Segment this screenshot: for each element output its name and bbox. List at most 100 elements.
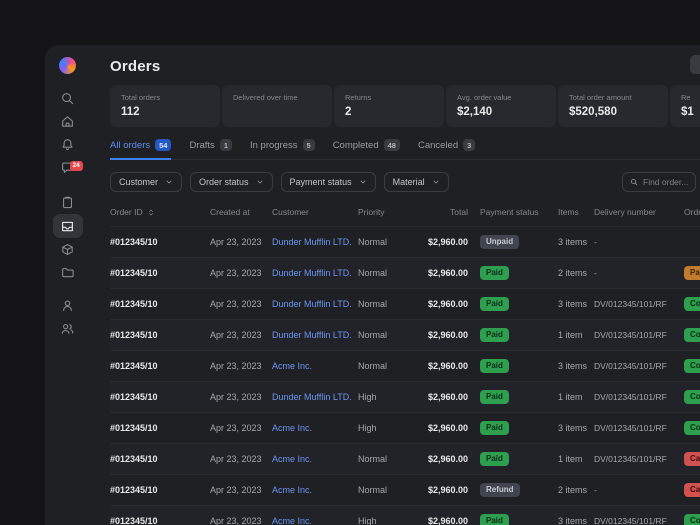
delivery-number-cell: DV/012345/101/RF [594,516,684,525]
payment-status-badge: Paid [480,266,509,281]
table-row[interactable]: #012345/10 Apr 23, 2023 Dunder Mufflin L… [110,226,700,257]
customer-link[interactable]: Dunder Mufflin LTD. [272,237,352,247]
payment-status-badge: Paid [480,452,509,467]
tab-count-badge: 3 [463,139,475,151]
table-row[interactable]: #012345/10 Apr 23, 2023 Acme Inc. High $… [110,505,700,525]
customer-link[interactable]: Dunder Mufflin LTD. [272,299,352,309]
column-payment-status[interactable]: Payment status [468,207,544,217]
table-row[interactable]: #012345/10 Apr 23, 2023 Acme Inc. High $… [110,412,700,443]
priority-cell: Normal [358,485,406,495]
customer-link[interactable]: Acme Inc. [272,516,312,525]
search-icon [630,178,638,186]
items-cell: 2 items [544,485,594,495]
tab-all-orders[interactable]: All orders 54 [110,135,171,160]
sidebar-item-notifications[interactable] [53,133,83,156]
payment-status-cell: Paid [468,390,544,405]
customer-link[interactable]: Acme Inc. [272,361,312,371]
items-cell: 1 item [544,330,594,340]
customer-filter-dropdown[interactable]: Customer [110,172,182,192]
table-row[interactable]: #012345/10 Apr 23, 2023 Dunder Mufflin L… [110,381,700,412]
order-search-box[interactable] [622,172,696,192]
customer-link[interactable]: Dunder Mufflin LTD. [272,392,352,402]
chevron-down-icon [165,178,173,186]
stat-card-total-amount: Total order amount $520,580 [558,85,668,127]
stat-label: Re [681,93,700,102]
search-input[interactable] [643,177,688,187]
sidebar-item-team[interactable] [53,317,83,340]
items-cell: 2 items [544,268,594,278]
order-id-cell: #012345/10 [110,454,210,464]
order-tabs: All orders 54 Drafts 1 In progress 5 Com… [110,135,700,160]
filter-bar: Customer Order status Payment status Mat… [110,172,700,192]
column-total[interactable]: Total [406,207,468,217]
sidebar-item-messages[interactable]: 24 [53,156,83,179]
sidebar-item-products[interactable] [53,238,83,261]
sidebar-item-files[interactable] [53,261,83,284]
column-customer[interactable]: Customer [272,207,358,217]
customer-cell: Acme Inc. [272,485,358,495]
payment-status-filter-dropdown[interactable]: Payment status [281,172,376,192]
column-items[interactable]: Items [544,207,594,217]
tab-drafts[interactable]: Drafts 1 [189,135,232,160]
created-at-cell: Apr 23, 2023 [210,454,272,464]
stat-label: Avg. order value [457,93,545,102]
tab-in-progress[interactable]: In progress 5 [250,135,315,160]
sidebar: 24 [45,45,90,525]
sidebar-item-orders[interactable] [53,214,83,238]
payment-status-cell: Unpaid [468,235,544,250]
tab-canceled[interactable]: Canceled 3 [418,135,475,160]
dropdown-label: Customer [119,177,158,187]
created-at-cell: Apr 23, 2023 [210,392,272,402]
tab-label: In progress [250,140,298,151]
table-row[interactable]: #012345/10 Apr 23, 2023 Acme Inc. Normal… [110,443,700,474]
sort-icon [147,208,155,217]
table-body: #012345/10 Apr 23, 2023 Dunder Mufflin L… [110,226,700,525]
tab-count-badge: 1 [220,139,232,151]
order-id-cell: #012345/10 [110,485,210,495]
column-created-at[interactable]: Created at [210,207,272,217]
column-order-id[interactable]: Order ID [110,207,210,217]
clipboard-icon [60,195,75,210]
items-cell: 1 item [544,392,594,402]
stat-value: 2 [345,106,433,119]
items-cell: 3 items [544,361,594,371]
sidebar-item-home[interactable] [53,110,83,133]
tab-count-badge: 5 [303,139,315,151]
payment-status-cell: Paid [468,452,544,467]
table-row[interactable]: #012345/10 Apr 23, 2023 Dunder Mufflin L… [110,257,700,288]
column-order-status[interactable]: Order status [684,207,700,217]
table-row[interactable]: #012345/10 Apr 23, 2023 Dunder Mufflin L… [110,288,700,319]
column-priority[interactable]: Priority [358,207,406,217]
material-filter-dropdown[interactable]: Material [384,172,449,192]
created-at-cell: Apr 23, 2023 [210,330,272,340]
table-row[interactable]: #012345/10 Apr 23, 2023 Acme Inc. Normal… [110,474,700,505]
app-logo[interactable] [59,57,76,74]
customer-cell: Dunder Mufflin LTD. [272,330,358,340]
table-header: Order ID Created at Customer Priority To… [110,204,700,226]
order-status-filter-dropdown[interactable]: Order status [190,172,273,192]
stat-card-clipped: Re $1 [670,85,700,127]
table-row[interactable]: #012345/10 Apr 23, 2023 Acme Inc. Normal… [110,350,700,381]
sidebar-item-account[interactable] [53,294,83,317]
sidebar-item-tasks[interactable] [53,191,83,214]
table-row[interactable]: #012345/10 Apr 23, 2023 Dunder Mufflin L… [110,319,700,350]
payment-status-cell: Paid [468,297,544,312]
customer-link[interactable]: Dunder Mufflin LTD. [272,330,352,340]
sidebar-item-search[interactable] [53,87,83,110]
priority-cell: Normal [358,268,406,278]
column-delivery-number[interactable]: Delivery number [594,207,684,217]
priority-cell: Normal [358,237,406,247]
customer-cell: Acme Inc. [272,516,358,525]
header-action-button[interactable] [690,55,700,74]
customer-link[interactable]: Acme Inc. [272,454,312,464]
customer-link[interactable]: Acme Inc. [272,485,312,495]
tab-completed[interactable]: Completed 48 [333,135,400,160]
users-icon [60,321,75,336]
created-at-cell: Apr 23, 2023 [210,485,272,495]
order-status-cell: Completed [684,390,700,405]
home-icon [60,114,75,129]
customer-link[interactable]: Dunder Mufflin LTD. [272,268,352,278]
customer-link[interactable]: Acme Inc. [272,423,312,433]
total-cell: $2,960.00 [406,330,468,340]
package-icon [60,242,75,257]
